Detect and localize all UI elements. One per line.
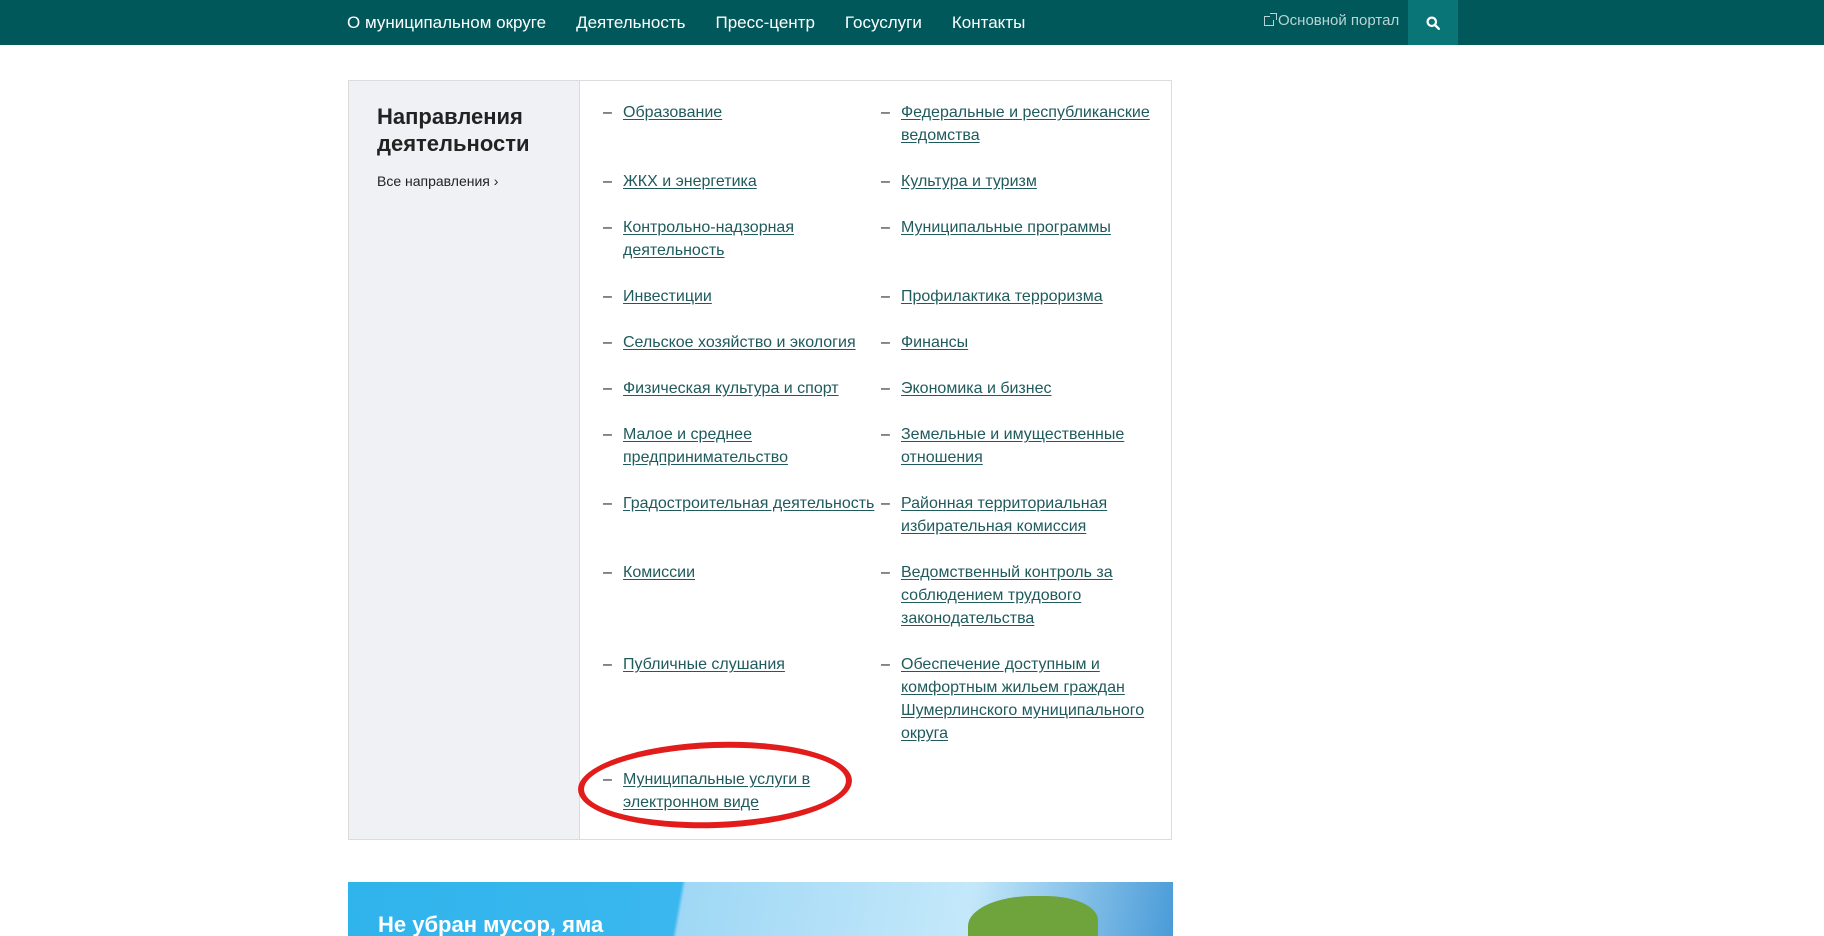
direction-link-labor-control[interactable]: Ведомственный контроль за соблюдением тр… — [901, 564, 1113, 627]
nav-item-gosuslugi[interactable]: Госуслуги — [845, 13, 922, 33]
direction-link-terrorism-prevention[interactable]: Профилактика терроризма — [901, 288, 1103, 305]
panel-sidebar: Направления деятельности Все направления… — [349, 81, 580, 839]
list-item: – Экономика и бизнес — [881, 380, 1052, 397]
direction-link-small-business[interactable]: Малое и среднее предпринимательство — [623, 426, 788, 466]
direction-link-municipal-programs[interactable]: Муниципальные программы — [901, 219, 1111, 236]
panel-title: Направления деятельности — [377, 104, 530, 156]
list-item: – Малое и среднее предпринимательство — [603, 426, 788, 466]
list-item: – Культура и туризм — [881, 173, 1037, 190]
list-item: – Муниципальные программы — [881, 219, 1111, 236]
list-item: – Сельское хозяйство и экология — [603, 334, 856, 351]
direction-link-federal-agencies[interactable]: Федеральные и республиканские ведомства — [901, 104, 1150, 144]
list-item: – Обеспечение доступным и комфортным жиль… — [881, 656, 1145, 742]
nav-item-contacts[interactable]: Контакты — [952, 13, 1025, 33]
direction-link-economy-business[interactable]: Экономика и бизнес — [901, 380, 1052, 397]
list-item: – Ведомственный контроль за соблюдением т… — [881, 564, 1113, 627]
main-portal-link[interactable]: Основной портал — [1264, 0, 1399, 41]
list-item: – Федеральные и республиканские ведомства — [881, 104, 1150, 144]
direction-link-investments[interactable]: Инвестиции — [623, 288, 712, 305]
list-item: – ЖКХ и энергетика — [603, 173, 757, 190]
activity-directions-panel: Направления деятельности Все направления… — [348, 80, 1172, 840]
nav-item-activity[interactable]: Деятельность — [576, 13, 685, 33]
direction-link-commissions[interactable]: Комиссии — [623, 564, 695, 581]
list-item: – Инвестиции — [603, 288, 712, 305]
list-item: – Муниципальные услуги в электронном виде — [603, 771, 811, 811]
main-portal-label: Основной портал — [1278, 12, 1400, 29]
list-item: – Комиссии — [603, 564, 696, 581]
search-icon — [1426, 16, 1440, 30]
list-item: – Публичные слушания — [603, 656, 785, 673]
list-item: – Градостроительная деятельность — [603, 495, 875, 512]
nav-item-press-center[interactable]: Пресс-центр — [716, 13, 815, 33]
nav-item-municipal-district[interactable]: О муниципальном округе — [347, 13, 546, 33]
list-item: – Физическая культура и спорт — [603, 380, 839, 397]
directions-list: – Образование – Федеральные и республиканс… — [603, 101, 1163, 837]
report-problem-banner[interactable]: Не убран мусор, яма — [348, 882, 1173, 936]
direction-link-election-commission[interactable]: Районная территориальная избирательная к… — [901, 495, 1107, 535]
direction-link-housing-energy[interactable]: ЖКХ и энергетика — [623, 173, 757, 190]
list-item: – Контрольно-надзорная деятельность — [603, 219, 794, 259]
direction-link-control-supervision[interactable]: Контрольно-надзорная деятельность — [623, 219, 794, 259]
direction-link-agriculture-ecology[interactable]: Сельское хозяйство и экология — [623, 334, 856, 351]
direction-link-land-property[interactable]: Земельные и имущественные отношения — [901, 426, 1124, 466]
all-directions-link[interactable]: Все направления › — [377, 173, 498, 189]
direction-link-education[interactable]: Образование — [623, 104, 722, 121]
direction-link-housing-provision[interactable]: Обеспечение доступным и комфортным жилье… — [901, 656, 1144, 742]
tree-illustration — [968, 896, 1098, 936]
direction-link-electronic-services[interactable]: Муниципальные услуги в электронном виде — [623, 771, 810, 811]
main-nav: О муниципальном округе Деятельность Прес… — [347, 0, 1055, 45]
direction-link-sports[interactable]: Физическая культура и спорт — [623, 380, 839, 397]
direction-link-public-hearings[interactable]: Публичные слушания — [623, 656, 785, 673]
direction-link-finance[interactable]: Финансы — [901, 334, 968, 351]
top-navigation-bar: О муниципальном округе Деятельность Прес… — [0, 0, 1824, 45]
banner-title: Не убран мусор, яма — [378, 912, 604, 936]
direction-link-urban-planning[interactable]: Градостроительная деятельность — [623, 495, 874, 512]
list-item: – Районная территориальная избирательная … — [881, 495, 1108, 535]
list-item: – Земельные и имущественные отношения — [881, 426, 1125, 466]
list-item: – Профилактика терроризма — [881, 288, 1103, 305]
external-link-icon — [1264, 12, 1277, 26]
list-item: – Образование — [603, 104, 723, 121]
search-button[interactable] — [1408, 0, 1458, 45]
direction-link-culture-tourism[interactable]: Культура и туризм — [901, 173, 1037, 190]
list-item: – Финансы — [881, 334, 969, 351]
